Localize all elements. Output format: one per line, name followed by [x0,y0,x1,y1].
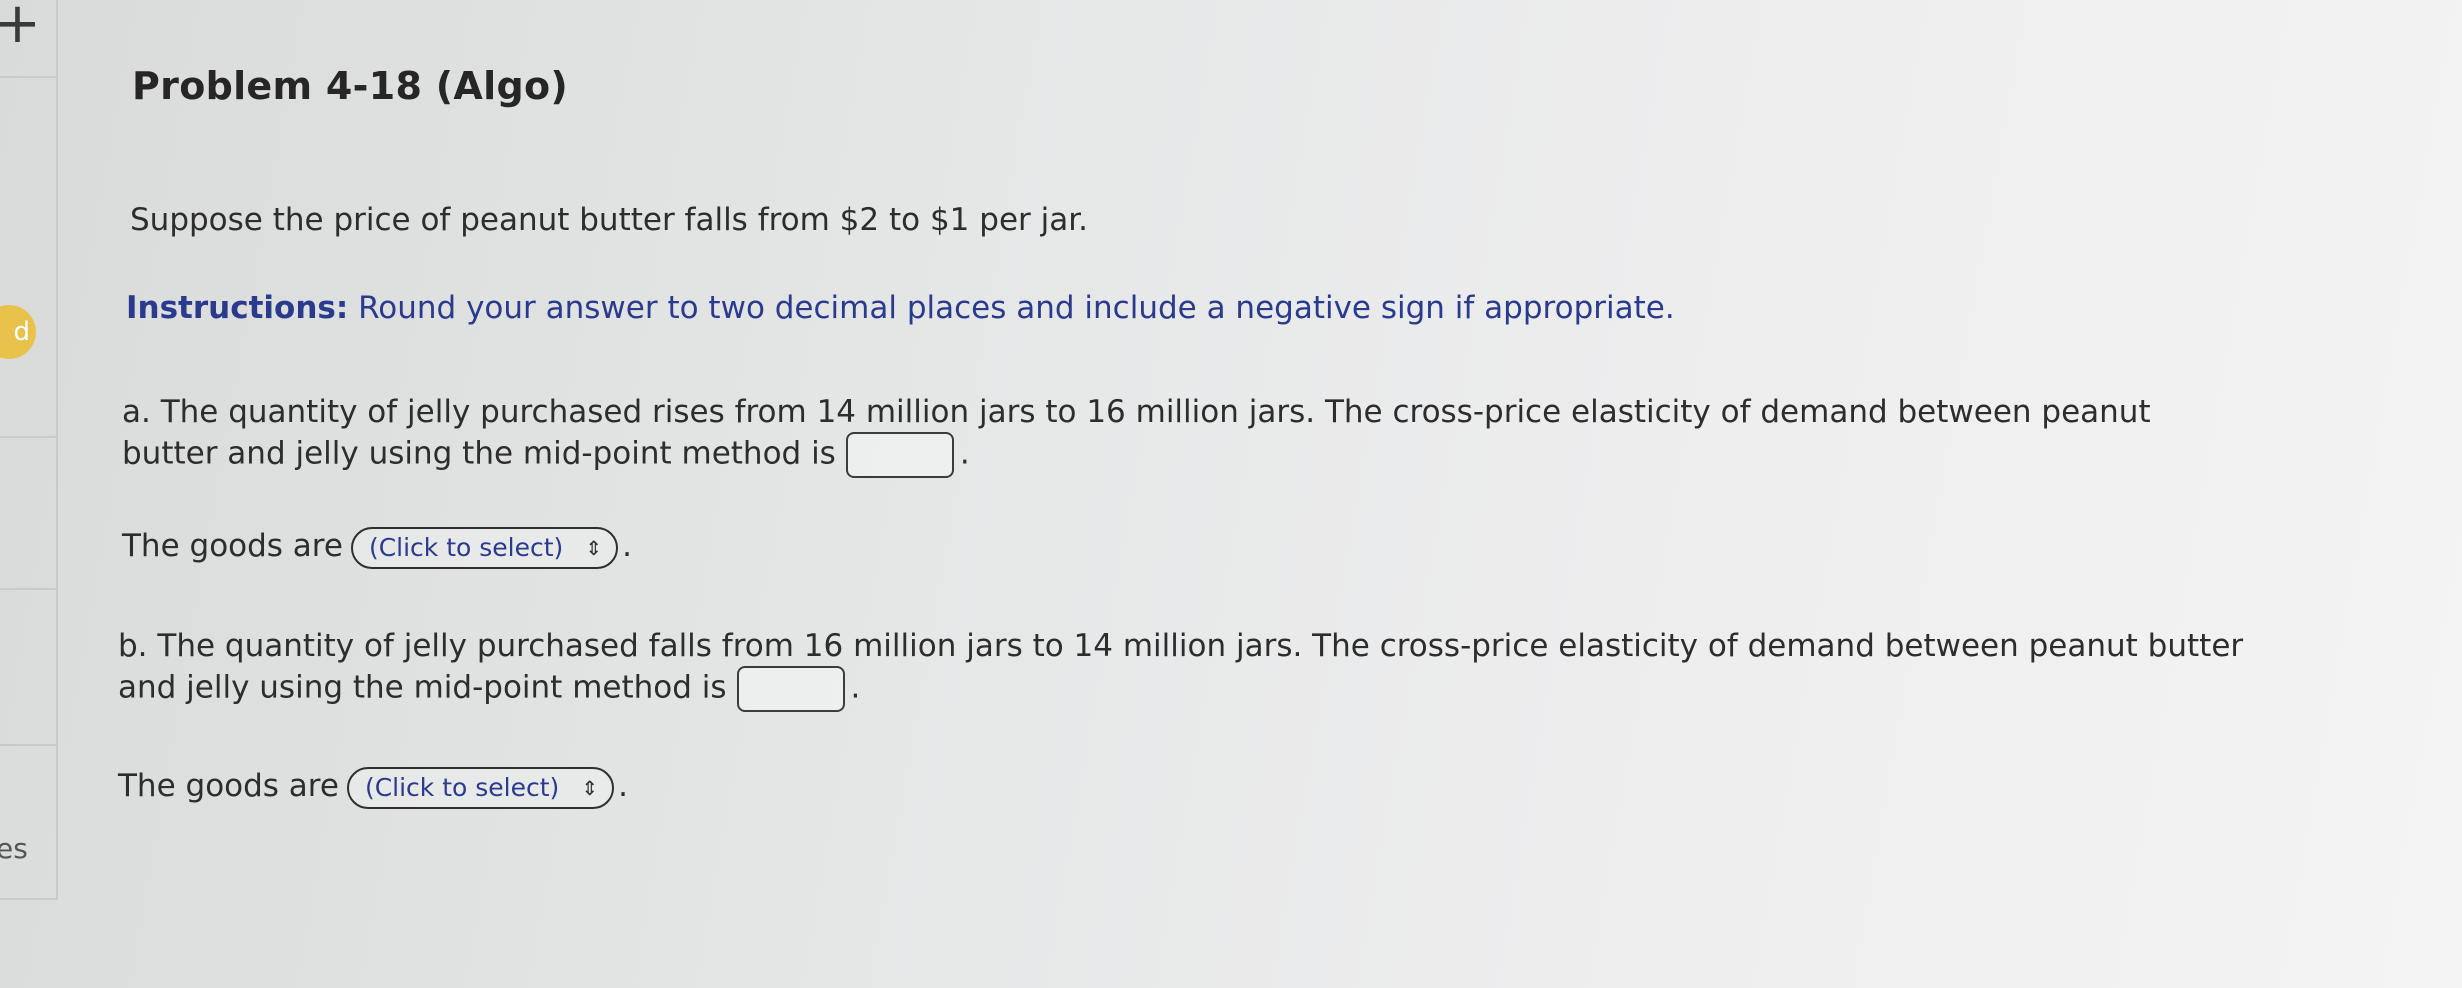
up-down-chevron-icon: ⇕ [581,775,599,800]
part-a-goods-row: The goods are (Click to select) ⇕. [122,526,632,569]
sidebar-cell [0,744,58,900]
part-a-goods-label: The goods are [122,528,343,564]
part-b-goods-row: The goods are (Click to select) ⇕. [118,766,628,809]
problem-title: Problem 4-18 (Algo) [132,64,569,108]
period: . [850,669,861,706]
part-b-line-2: and jelly using the mid-point method is [118,669,727,706]
period: . [622,528,632,564]
part-b-line-1: b. The quantity of jelly purchased falls… [118,628,2244,664]
problem-intro: Suppose the price of peanut butter falls… [130,202,1088,238]
period: . [618,768,628,804]
part-b-answer-input[interactable] [736,666,845,712]
select-value: (Click to select) [368,532,564,562]
sidebar-label[interactable]: es [0,832,28,865]
part-b-goods-label: The goods are [118,768,339,804]
instructions-text: Round your answer to two decimal places … [348,290,1675,326]
up-down-chevron-icon: ⇕ [585,535,603,560]
part-a-line-1: a. The quantity of jelly purchased rises… [122,394,2151,430]
select-value: (Click to select) [364,772,560,802]
part-a-question: a. The quantity of jelly purchased rises… [122,392,2151,478]
problem-content: Problem 4-18 (Algo) Suppose the price of… [118,0,2442,988]
sidebar-cell [0,436,58,590]
left-sidebar: + d es [0,0,58,988]
part-b-question: b. The quantity of jelly purchased falls… [118,626,2243,712]
part-a-answer-input[interactable] [845,432,954,478]
part-b-line-2-row: and jelly using the mid-point method is. [118,666,2243,712]
part-a-goods-select[interactable]: (Click to select) ⇕ [350,526,619,569]
plus-icon[interactable]: + [0,0,41,52]
sidebar-cell [0,76,58,438]
sidebar-cell [0,588,58,746]
part-a-line-2-row: butter and jelly using the mid-point met… [122,432,2151,478]
period: . [959,435,970,472]
instructions-label: Instructions: [126,290,349,326]
instructions: Instructions: Round your answer to two d… [126,290,1675,326]
part-a-line-2: butter and jelly using the mid-point met… [122,435,836,472]
part-b-goods-select[interactable]: (Click to select) ⇕ [346,766,615,809]
